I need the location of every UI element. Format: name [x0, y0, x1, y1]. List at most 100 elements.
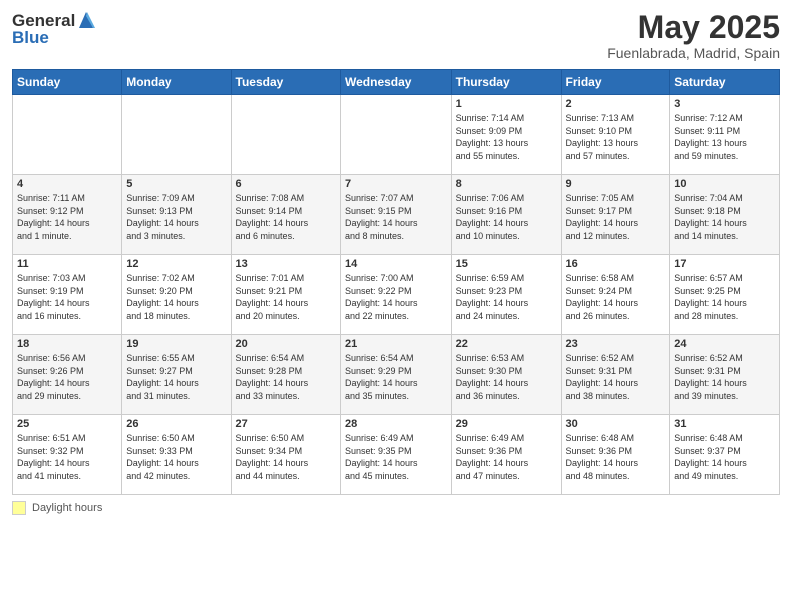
table-row: [13, 95, 122, 175]
day-info: Sunrise: 6:50 AMSunset: 9:33 PMDaylight:…: [126, 432, 226, 482]
table-row: 5Sunrise: 7:09 AMSunset: 9:13 PMDaylight…: [122, 175, 231, 255]
day-info: Sunrise: 7:03 AMSunset: 9:19 PMDaylight:…: [17, 272, 117, 322]
table-row: 8 Sunrise: 7:06 AMSunset: 9:16 PMDaylight…: [451, 175, 561, 255]
day-info: Sunrise: 7:07 AMSunset: 9:15 PMDaylight:…: [345, 192, 447, 242]
month-title: May 2025: [607, 10, 780, 45]
logo: General Blue: [12, 10, 95, 48]
day-number: 27: [236, 418, 336, 430]
day-info: Sunrise: 6:52 AMSunset: 9:31 PMDaylight:…: [674, 352, 775, 402]
day-info: Sunrise: 7:02 AMSunset: 9:20 PMDaylight:…: [126, 272, 226, 322]
day-number: 4: [17, 178, 117, 190]
day-number: 9: [566, 178, 666, 190]
day-info: Sunrise: 7:01 AMSunset: 9:21 PMDaylight:…: [236, 272, 336, 322]
table-row: 18Sunrise: 6:56 AMSunset: 9:26 PMDayligh…: [13, 335, 122, 415]
page: General Blue May 2025 Fuenlabrada, Madri…: [0, 0, 792, 612]
table-row: 4 Sunrise: 7:11 AMSunset: 9:12 PMDaylight…: [13, 175, 122, 255]
col-wednesday: Wednesday: [341, 70, 452, 95]
day-number: 2: [566, 98, 666, 110]
calendar-table: Sunday Monday Tuesday Wednesday Thursday…: [12, 69, 780, 495]
day-number: 11: [17, 258, 117, 270]
table-row: 20 Sunrise: 6:54 AMSunset: 9:28 PMDayligh…: [231, 335, 340, 415]
day-info: Sunrise: 6:49 AMSunset: 9:36 PMDaylight:…: [456, 432, 557, 482]
day-number: 30: [566, 418, 666, 430]
day-info: Sunrise: 6:49 AMSunset: 9:35 PMDaylight:…: [345, 432, 447, 482]
day-info: Sunrise: 6:58 AMSunset: 9:24 PMDaylight:…: [566, 272, 666, 322]
day-number: 19: [126, 338, 226, 350]
table-row: 2Sunrise: 7:13 AMSunset: 9:10 PMDaylight…: [561, 95, 670, 175]
table-row: 11 Sunrise: 7:03 AMSunset: 9:19 PMDayligh…: [13, 255, 122, 335]
col-saturday: Saturday: [670, 70, 780, 95]
table-row: 23Sunrise: 6:52 AMSunset: 9:31 PMDayligh…: [561, 335, 670, 415]
calendar-week-row: 18Sunrise: 6:56 AMSunset: 9:26 PMDayligh…: [13, 335, 780, 415]
day-number: 29: [456, 418, 557, 430]
day-info: Sunrise: 6:54 AMSunset: 9:28 PMDaylight:…: [236, 352, 336, 402]
col-sunday: Sunday: [13, 70, 122, 95]
table-row: 14 Sunrise: 7:00 AMSunset: 9:22 PMDayligh…: [341, 255, 452, 335]
daylight-label: Daylight hours: [32, 502, 102, 514]
day-info: Sunrise: 7:00 AMSunset: 9:22 PMDaylight:…: [345, 272, 447, 322]
day-number: 14: [345, 258, 447, 270]
table-row: 17Sunrise: 6:57 AMSunset: 9:25 PMDayligh…: [670, 255, 780, 335]
day-info: Sunrise: 7:08 AMSunset: 9:14 PMDaylight:…: [236, 192, 336, 242]
day-info: Sunrise: 7:05 AMSunset: 9:17 PMDaylight:…: [566, 192, 666, 242]
day-number: 21: [345, 338, 447, 350]
logo-blue-text: Blue: [12, 28, 95, 48]
col-monday: Monday: [122, 70, 231, 95]
day-number: 28: [345, 418, 447, 430]
logo-icon: [77, 10, 95, 30]
table-row: 29 Sunrise: 6:49 AMSunset: 9:36 PMDayligh…: [451, 415, 561, 495]
footer: Daylight hours: [12, 501, 780, 515]
header: General Blue May 2025 Fuenlabrada, Madri…: [12, 10, 780, 61]
day-info: Sunrise: 6:51 AMSunset: 9:32 PMDaylight:…: [17, 432, 117, 482]
day-number: 26: [126, 418, 226, 430]
calendar-week-row: 11 Sunrise: 7:03 AMSunset: 9:19 PMDayligh…: [13, 255, 780, 335]
title-block: May 2025 Fuenlabrada, Madrid, Spain: [607, 10, 780, 61]
table-row: 9 Sunrise: 7:05 AMSunset: 9:17 PMDaylight…: [561, 175, 670, 255]
table-row: 22 Sunrise: 6:53 AMSunset: 9:30 PMDayligh…: [451, 335, 561, 415]
day-info: Sunrise: 6:54 AMSunset: 9:29 PMDaylight:…: [345, 352, 447, 402]
day-number: 8: [456, 178, 557, 190]
day-number: 6: [236, 178, 336, 190]
table-row: 6 Sunrise: 7:08 AMSunset: 9:14 PMDaylight…: [231, 175, 340, 255]
day-number: 20: [236, 338, 336, 350]
col-thursday: Thursday: [451, 70, 561, 95]
table-row: 27 Sunrise: 6:50 AMSunset: 9:34 PMDayligh…: [231, 415, 340, 495]
day-info: Sunrise: 7:12 AMSunset: 9:11 PMDaylight:…: [674, 112, 775, 162]
table-row: 1 Sunrise: 7:14 AMSunset: 9:09 PMDaylight…: [451, 95, 561, 175]
day-number: 13: [236, 258, 336, 270]
table-row: 16Sunrise: 6:58 AMSunset: 9:24 PMDayligh…: [561, 255, 670, 335]
day-number: 5: [126, 178, 226, 190]
table-row: 28 Sunrise: 6:49 AMSunset: 9:35 PMDayligh…: [341, 415, 452, 495]
day-number: 17: [674, 258, 775, 270]
day-number: 1: [456, 98, 557, 110]
day-number: 3: [674, 98, 775, 110]
day-number: 10: [674, 178, 775, 190]
table-row: 7Sunrise: 7:07 AMSunset: 9:15 PMDaylight…: [341, 175, 452, 255]
day-number: 24: [674, 338, 775, 350]
day-info: Sunrise: 7:06 AMSunset: 9:16 PMDaylight:…: [456, 192, 557, 242]
table-row: [231, 95, 340, 175]
day-info: Sunrise: 7:11 AMSunset: 9:12 PMDaylight:…: [17, 192, 117, 242]
col-friday: Friday: [561, 70, 670, 95]
day-info: Sunrise: 6:50 AMSunset: 9:34 PMDaylight:…: [236, 432, 336, 482]
day-number: 23: [566, 338, 666, 350]
location: Fuenlabrada, Madrid, Spain: [607, 45, 780, 61]
col-tuesday: Tuesday: [231, 70, 340, 95]
table-row: [341, 95, 452, 175]
day-info: Sunrise: 6:55 AMSunset: 9:27 PMDaylight:…: [126, 352, 226, 402]
table-row: 3 Sunrise: 7:12 AMSunset: 9:11 PMDaylight…: [670, 95, 780, 175]
day-info: Sunrise: 6:53 AMSunset: 9:30 PMDaylight:…: [456, 352, 557, 402]
day-number: 15: [456, 258, 557, 270]
day-info: Sunrise: 7:14 AMSunset: 9:09 PMDaylight:…: [456, 112, 557, 162]
table-row: 24 Sunrise: 6:52 AMSunset: 9:31 PMDayligh…: [670, 335, 780, 415]
calendar-week-row: 4 Sunrise: 7:11 AMSunset: 9:12 PMDaylight…: [13, 175, 780, 255]
table-row: 25Sunrise: 6:51 AMSunset: 9:32 PMDayligh…: [13, 415, 122, 495]
table-row: 12Sunrise: 7:02 AMSunset: 9:20 PMDayligh…: [122, 255, 231, 335]
table-row: 21 Sunrise: 6:54 AMSunset: 9:29 PMDayligh…: [341, 335, 452, 415]
calendar-week-row: 25Sunrise: 6:51 AMSunset: 9:32 PMDayligh…: [13, 415, 780, 495]
day-info: Sunrise: 6:56 AMSunset: 9:26 PMDaylight:…: [17, 352, 117, 402]
table-row: 15 Sunrise: 6:59 AMSunset: 9:23 PMDayligh…: [451, 255, 561, 335]
day-info: Sunrise: 6:59 AMSunset: 9:23 PMDaylight:…: [456, 272, 557, 322]
table-row: [122, 95, 231, 175]
day-number: 22: [456, 338, 557, 350]
